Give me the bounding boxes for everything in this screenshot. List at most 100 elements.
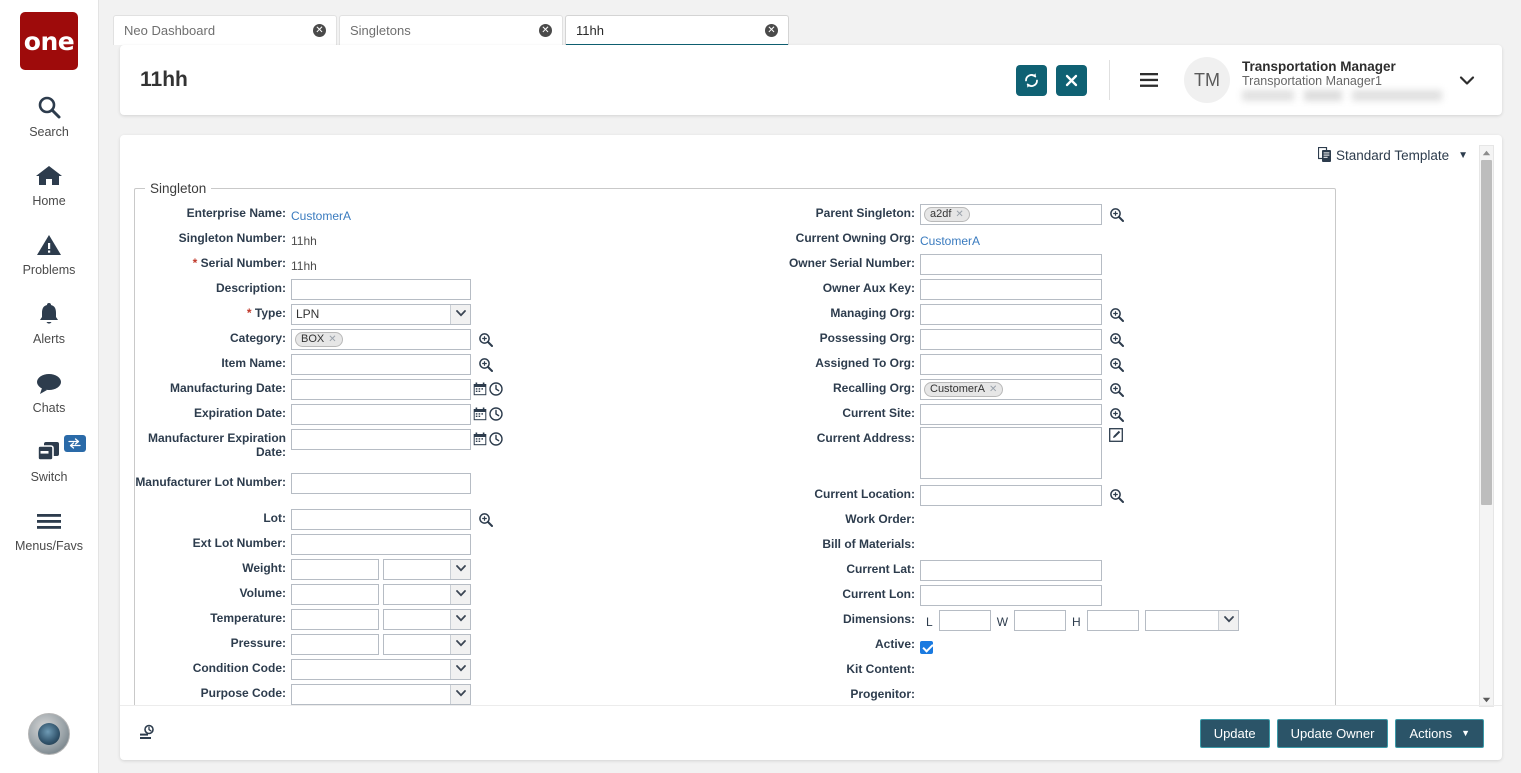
category-tag-input[interactable]: BOX✕ bbox=[291, 329, 471, 350]
sidebar-item-chats[interactable]: Chats bbox=[0, 368, 99, 415]
volume-input[interactable] bbox=[291, 584, 379, 605]
tag-chip[interactable]: CustomerA✕ bbox=[924, 382, 1003, 397]
temperature-unit-select[interactable] bbox=[383, 609, 471, 630]
clock-icon[interactable] bbox=[489, 407, 503, 421]
refresh-button[interactable] bbox=[1016, 65, 1047, 96]
sidebar-item-switch[interactable]: Switch bbox=[0, 437, 99, 484]
recalling-org-tag-input[interactable]: CustomerA✕ bbox=[920, 379, 1102, 400]
switch-badge[interactable] bbox=[64, 435, 86, 452]
manufacturing-date-input[interactable] bbox=[291, 379, 471, 400]
type-select-wrap: LPN bbox=[291, 304, 471, 325]
header-menu-button[interactable] bbox=[1132, 65, 1166, 95]
pressure-unit-select[interactable] bbox=[383, 634, 471, 655]
lot-input[interactable] bbox=[291, 509, 471, 530]
user-menu-caret-button[interactable] bbox=[1452, 65, 1482, 95]
tag-chip[interactable]: BOX✕ bbox=[295, 332, 343, 347]
manufacturer-lot-number-input[interactable] bbox=[291, 473, 471, 494]
weight-unit-select[interactable] bbox=[383, 559, 471, 580]
scrollbar-thumb[interactable] bbox=[1481, 160, 1492, 505]
managing-org-input[interactable] bbox=[920, 304, 1102, 325]
tab-11hh[interactable]: 11hh ✕ bbox=[565, 15, 789, 45]
actions-button[interactable]: Actions▼ bbox=[1395, 719, 1484, 748]
audit-history-icon[interactable] bbox=[138, 724, 156, 742]
field-label: Singleton Number: bbox=[135, 227, 291, 245]
current-owning-org-link[interactable]: CustomerA bbox=[920, 230, 980, 248]
template-selector[interactable]: Standard Template ▼ bbox=[1318, 147, 1468, 163]
current-address-textarea[interactable] bbox=[920, 427, 1102, 479]
field-label: Category: bbox=[135, 327, 291, 345]
avatar[interactable]: TM bbox=[1184, 57, 1230, 103]
current-lat-input[interactable] bbox=[920, 560, 1102, 581]
dimension-height-input[interactable] bbox=[1087, 610, 1139, 631]
clock-icon[interactable] bbox=[489, 432, 503, 446]
sidebar-item-search[interactable]: Search bbox=[0, 92, 99, 139]
user-info: Transportation Manager Transportation Ma… bbox=[1242, 59, 1452, 101]
tag-remove-icon[interactable]: ✕ bbox=[989, 384, 997, 395]
possessing-org-lookup-button[interactable] bbox=[1109, 332, 1124, 347]
scroll-up-arrow-icon[interactable] bbox=[1480, 146, 1493, 159]
volume-unit-select[interactable] bbox=[383, 584, 471, 605]
enterprise-name-link[interactable]: CustomerA bbox=[291, 205, 351, 223]
item-name-lookup-button[interactable] bbox=[478, 357, 493, 372]
item-name-input[interactable] bbox=[291, 354, 471, 375]
active-checkbox[interactable] bbox=[920, 641, 933, 654]
close-icon[interactable]: ✕ bbox=[765, 24, 778, 37]
tab-label: Singletons bbox=[350, 23, 539, 38]
owner-aux-key-input[interactable] bbox=[920, 279, 1102, 300]
assigned-to-org-lookup-button[interactable] bbox=[1109, 357, 1124, 372]
temperature-input[interactable] bbox=[291, 609, 379, 630]
category-lookup-button[interactable] bbox=[478, 332, 493, 347]
tab-singletons[interactable]: Singletons ✕ bbox=[339, 15, 563, 45]
sidebar-item-problems[interactable]: Problems bbox=[0, 230, 99, 277]
calendar-icon[interactable] bbox=[473, 407, 487, 421]
form-vertical-scrollbar[interactable] bbox=[1479, 145, 1494, 707]
expiration-date-input[interactable] bbox=[291, 404, 471, 425]
current-site-lookup-button[interactable] bbox=[1109, 407, 1124, 422]
purpose-code-select[interactable] bbox=[291, 684, 471, 705]
field-label: Ext Lot Number: bbox=[135, 532, 291, 550]
clock-icon[interactable] bbox=[489, 382, 503, 396]
managing-org-lookup-button[interactable] bbox=[1109, 307, 1124, 322]
lot-lookup-button[interactable] bbox=[478, 512, 493, 527]
calendar-icon[interactable] bbox=[473, 382, 487, 396]
tag-remove-icon[interactable]: ✕ bbox=[328, 334, 336, 345]
description-input[interactable] bbox=[291, 279, 471, 300]
dimension-width-input[interactable] bbox=[1014, 610, 1066, 631]
update-button[interactable]: Update bbox=[1200, 719, 1270, 748]
sidebar-item-home[interactable]: Home bbox=[0, 161, 99, 208]
weight-input[interactable] bbox=[291, 559, 379, 580]
ext-lot-number-input[interactable] bbox=[291, 534, 471, 555]
tag-remove-icon[interactable]: ✕ bbox=[955, 209, 963, 220]
close-page-button[interactable] bbox=[1056, 65, 1087, 96]
tag-chip[interactable]: a2df✕ bbox=[924, 207, 970, 222]
calendar-icon[interactable] bbox=[473, 432, 487, 446]
current-location-input[interactable] bbox=[920, 485, 1102, 506]
parent-singleton-lookup-button[interactable] bbox=[1109, 207, 1124, 222]
manufacturer-expiration-date-input[interactable] bbox=[291, 429, 471, 450]
user-avatar-image[interactable] bbox=[28, 713, 70, 755]
sidebar-item-menus-favs[interactable]: Menus/Favs bbox=[0, 506, 99, 553]
sidebar-item-alerts[interactable]: Alerts bbox=[0, 299, 99, 346]
dimension-length-input[interactable] bbox=[939, 610, 991, 631]
possessing-org-input[interactable] bbox=[920, 329, 1102, 350]
current-site-input[interactable] bbox=[920, 404, 1102, 425]
current-address-edit-button[interactable] bbox=[1109, 428, 1123, 442]
parent-singleton-tag-input[interactable]: a2df✕ bbox=[920, 204, 1102, 225]
condition-code-select[interactable] bbox=[291, 659, 471, 680]
form-scroll-viewport: Singleton Enterprise Name: CustomerA Sin… bbox=[120, 171, 1502, 705]
owner-serial-number-input[interactable] bbox=[920, 254, 1102, 275]
brand-logo[interactable]: one bbox=[20, 12, 78, 70]
sidebar-item-label: Switch bbox=[31, 470, 68, 484]
recalling-org-lookup-button[interactable] bbox=[1109, 382, 1124, 397]
tab-neo-dashboard[interactable]: Neo Dashboard ✕ bbox=[113, 15, 337, 45]
assigned-to-org-input[interactable] bbox=[920, 354, 1102, 375]
magnifier-plus-icon bbox=[1109, 307, 1124, 322]
current-lon-input[interactable] bbox=[920, 585, 1102, 606]
dimension-unit-select[interactable] bbox=[1145, 610, 1239, 631]
update-owner-button[interactable]: Update Owner bbox=[1277, 719, 1389, 748]
current-location-lookup-button[interactable] bbox=[1109, 488, 1124, 503]
close-icon[interactable]: ✕ bbox=[539, 24, 552, 37]
close-icon[interactable]: ✕ bbox=[313, 24, 326, 37]
pressure-input[interactable] bbox=[291, 634, 379, 655]
type-select[interactable]: LPN bbox=[291, 304, 471, 325]
